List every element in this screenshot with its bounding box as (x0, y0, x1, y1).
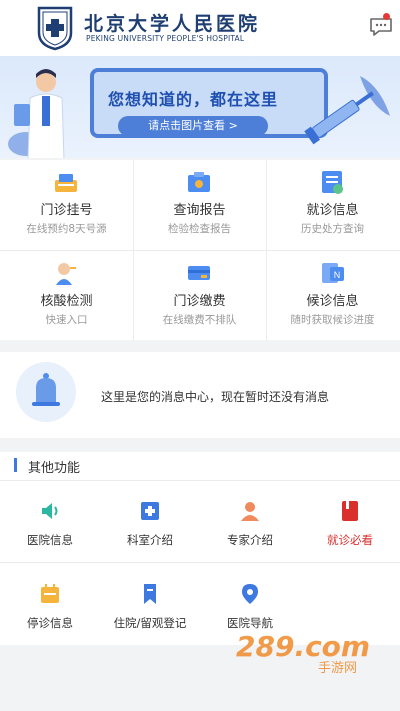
bookmark-icon (144, 584, 156, 604)
visit-info-icon (322, 171, 343, 194)
message-center-text: 这里是您的消息中心，现在暂时还没有消息 (101, 390, 330, 404)
service-subtitle: 在线缴费不排队 (162, 314, 237, 326)
syringe-illustration (304, 76, 390, 145)
promo-banner[interactable]: 您想知道的，都在这里 请点击图片查看 > (0, 56, 400, 158)
banner-cta-button[interactable]: 请点击图片查看 > (118, 116, 268, 136)
section-divider (0, 480, 400, 481)
book-icon (342, 501, 358, 521)
watermark-subtitle: 手游网 (318, 661, 358, 676)
payment-icon (188, 266, 210, 280)
message-icon[interactable] (368, 13, 394, 39)
function-label: 专家介绍 (227, 533, 273, 547)
function-label: 医院信息 (27, 533, 73, 547)
function-label: 停诊信息 (27, 616, 73, 630)
report-icon (188, 172, 210, 192)
service-title: 门诊缴费 (173, 294, 226, 309)
doctor-illustration (8, 69, 65, 158)
service-report[interactable]: 查询报告 检验检查报告 (133, 160, 266, 250)
function-department[interactable]: 科室介绍 (100, 499, 200, 579)
service-waiting-info[interactable]: N 候诊信息 随时获取候诊进度 (266, 251, 399, 341)
banner-headline: 您想知道的，都在这里 (108, 90, 279, 109)
hospital-name-cn: 北京大学人民医院 (84, 13, 261, 35)
service-title: 查询报告 (173, 203, 226, 218)
department-icon (141, 502, 159, 520)
other-functions-title: 其他功能 (28, 461, 81, 476)
registration-icon (55, 174, 77, 192)
nucleic-test-icon (56, 263, 76, 285)
service-subtitle: 随时获取候诊进度 (290, 314, 375, 326)
service-subtitle: 快速入口 (45, 314, 88, 326)
service-payment[interactable]: 门诊缴费 在线缴费不排队 (133, 251, 266, 341)
service-title: 门诊挂号 (40, 203, 93, 218)
function-expert[interactable]: 专家介绍 (200, 499, 300, 579)
function-label: 医院导航 (227, 616, 273, 630)
hospital-name-en: PEKING UNIVERSITY PEOPLE'S HOSPITAL (86, 34, 245, 43)
service-registration[interactable]: 门诊挂号 在线预约8天号源 (0, 160, 133, 250)
svg-text:N: N (334, 270, 341, 280)
service-nucleic-test[interactable]: 核酸检测 快速入口 (0, 251, 133, 341)
service-title: 候诊信息 (306, 294, 359, 309)
function-label: 科室介绍 (127, 533, 173, 547)
service-title: 核酸检测 (40, 294, 93, 309)
location-pin-icon (242, 584, 258, 604)
hospital-seal-logo (37, 6, 73, 51)
section-accent-bar (14, 458, 17, 472)
service-visit-info[interactable]: 就诊信息 历史处方查询 (266, 160, 399, 250)
speaker-icon (42, 503, 58, 519)
function-label: 住院/留观登记 (113, 616, 187, 630)
service-title: 就诊信息 (306, 203, 359, 218)
function-must-read[interactable]: 就诊必看 (300, 499, 400, 579)
calendar-icon (41, 584, 59, 603)
bell-icon (32, 373, 60, 406)
message-center[interactable]: 这里是您的消息中心，现在暂时还没有消息 (0, 352, 400, 438)
function-label: 就诊必看 (327, 533, 373, 547)
waiting-info-icon: N (322, 263, 344, 283)
function-hospital-info[interactable]: 医院信息 (0, 499, 100, 579)
service-subtitle: 检验检查报告 (168, 223, 231, 235)
service-subtitle: 历史处方查询 (301, 223, 364, 235)
service-subtitle: 在线预约8天号源 (26, 223, 107, 235)
expert-icon (241, 502, 259, 521)
unread-dot (383, 13, 390, 20)
app-header: 北京大学人民医院 PEKING UNIVERSITY PEOPLE'S HOSP… (0, 0, 400, 56)
